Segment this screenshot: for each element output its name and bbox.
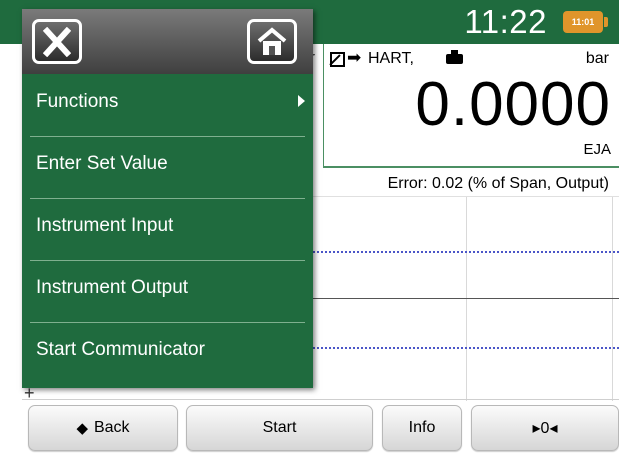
zero-button[interactable]: ▸0◂ xyxy=(471,405,619,451)
home-button[interactable] xyxy=(247,19,297,64)
chevron-right-icon xyxy=(298,95,305,107)
start-label: Start xyxy=(262,419,297,436)
menu-item-label: Functions xyxy=(36,91,119,112)
menu-item-instrument-output[interactable]: Instrument Output xyxy=(22,260,313,322)
zero-label: ▸0◂ xyxy=(532,420,558,437)
graph-top-line xyxy=(313,196,619,197)
context-menu: Functions Enter Set Value Instrument Inp… xyxy=(22,9,313,388)
battery-indicator: 11:01 xyxy=(563,11,608,33)
close-button[interactable] xyxy=(32,19,82,64)
hart-arrow-icon: ➡ xyxy=(347,48,362,67)
protocol-label: HART, xyxy=(368,50,414,67)
menu-item-start-communicator[interactable]: Start Communicator xyxy=(22,322,313,384)
menu-header xyxy=(22,9,313,74)
close-icon xyxy=(43,27,71,57)
clock: 11:22 xyxy=(464,3,547,40)
device-icon xyxy=(446,50,463,64)
zero-line xyxy=(313,298,619,299)
menu-item-instrument-input[interactable]: Instrument Input xyxy=(22,198,313,260)
menu-item-enter-set-value[interactable]: Enter Set Value xyxy=(22,136,313,198)
panel-divider xyxy=(323,166,619,168)
tolerance-line-upper xyxy=(313,251,619,253)
unit-label: bar xyxy=(585,50,609,67)
menu-item-label: Enter Set Value xyxy=(36,153,168,174)
hart-box-icon xyxy=(330,52,345,67)
info-label: Info xyxy=(408,419,436,436)
back-arrow-icon: ◆ xyxy=(76,420,88,437)
menu-item-label: Instrument Input xyxy=(36,215,174,236)
home-icon xyxy=(257,27,287,55)
tolerance-line-lower xyxy=(313,347,619,349)
panel-divider xyxy=(323,44,324,166)
graph-bottom-line xyxy=(22,399,619,400)
start-button[interactable]: Start xyxy=(186,405,373,451)
info-button[interactable]: Info xyxy=(382,405,462,451)
back-button[interactable]: ◆ Back xyxy=(28,405,178,451)
menu-item-functions[interactable]: Functions xyxy=(22,74,313,136)
menu-item-label: Start Communicator xyxy=(36,339,205,360)
error-label: Error: 0.02 (% of Span, Output) xyxy=(387,175,609,192)
menu-item-label: Instrument Output xyxy=(36,277,189,298)
back-label: Back xyxy=(93,419,130,436)
device-name: EJA xyxy=(583,141,611,158)
measurement-value[interactable]: 0.0000 xyxy=(415,70,611,140)
